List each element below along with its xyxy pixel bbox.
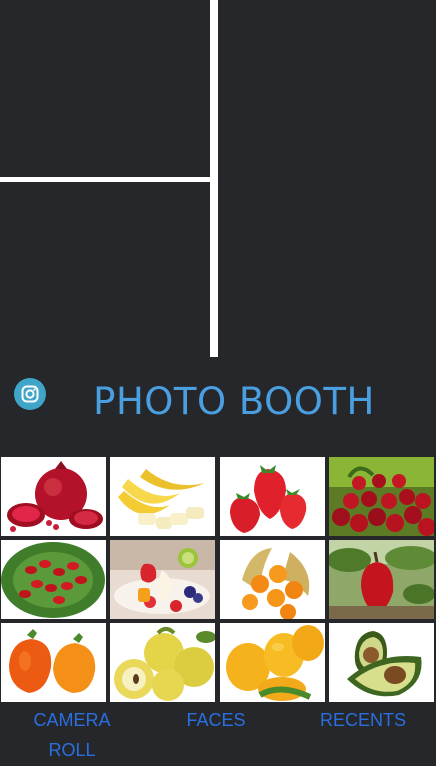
photo-orange-fruit[interactable] xyxy=(1,623,106,702)
banana-photo xyxy=(110,457,215,536)
mango-photo xyxy=(220,623,325,702)
collage-divider-vertical[interactable] xyxy=(210,0,218,357)
collage-slot-top-left[interactable] xyxy=(0,0,210,177)
tab-faces[interactable]: FACES xyxy=(166,705,266,735)
photo-red-fruit[interactable] xyxy=(329,540,434,619)
photo-cherries[interactable] xyxy=(329,457,434,536)
tab-recents[interactable]: RECENTS xyxy=(308,705,418,735)
collage-slot-right[interactable] xyxy=(218,0,436,357)
app-title: PHOTO BOOTH xyxy=(93,380,375,423)
photo-grid xyxy=(0,456,436,702)
photo-pomegranate[interactable] xyxy=(1,457,106,536)
tab-camera-roll-line2: ROLL xyxy=(48,740,96,760)
photo-avocado[interactable] xyxy=(329,623,434,702)
photo-physalis[interactable] xyxy=(220,540,325,619)
physalis-photo xyxy=(220,540,325,619)
tab-camera-roll-line1: CAMERA xyxy=(33,710,111,730)
pomegranate-photo xyxy=(1,457,106,536)
bottom-tab-bar: CAMERA ROLL FACES RECENTS xyxy=(0,705,436,766)
collage-slot-bottom-left[interactable] xyxy=(0,182,210,357)
photo-berries[interactable] xyxy=(1,540,106,619)
orange-fruit-photo xyxy=(1,623,106,702)
strawberry-photo xyxy=(220,457,325,536)
collage-divider-horizontal[interactable] xyxy=(0,177,210,182)
photo-quince[interactable] xyxy=(110,623,215,702)
cherry-photo xyxy=(329,457,434,536)
berries-photo xyxy=(1,540,106,619)
photo-mango[interactable] xyxy=(220,623,325,702)
photo-fruit-dessert[interactable] xyxy=(110,540,215,619)
quince-photo xyxy=(110,623,215,702)
fruit-dessert-photo xyxy=(110,540,215,619)
tab-camera-roll[interactable]: CAMERA ROLL xyxy=(22,705,122,765)
collage-layout xyxy=(0,0,436,357)
photo-bananas[interactable] xyxy=(110,457,215,536)
photo-strawberries[interactable] xyxy=(220,457,325,536)
avocado-photo xyxy=(329,623,434,702)
red-fruit-photo xyxy=(329,540,434,619)
